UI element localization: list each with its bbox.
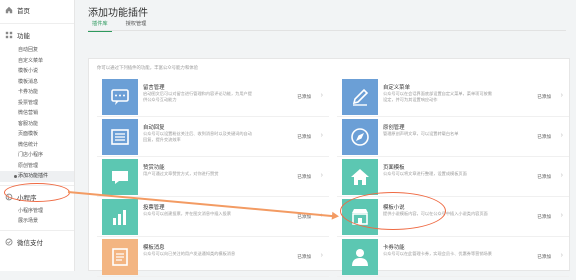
- plugin-title: 页面模板: [383, 165, 405, 171]
- plugin-title: 投票管理: [143, 205, 165, 211]
- plugin-thumb: [102, 79, 138, 115]
- chevron-right-icon: ›: [560, 92, 563, 99]
- page-title: 添加功能插件: [88, 8, 148, 19]
- plugin-state: 已添加: [297, 254, 311, 259]
- sidebar-item-template-msg[interactable]: 模板消息: [0, 77, 74, 88]
- plugin-state: 已添加: [297, 214, 311, 219]
- compass-icon: [351, 128, 369, 146]
- chevron-right-icon: ›: [320, 252, 323, 259]
- plugin-state: 已添加: [537, 134, 551, 139]
- divider: [0, 23, 74, 24]
- divider: [0, 229, 74, 231]
- sidebar-highlight-circle: [4, 183, 70, 202]
- sidebar-item-custom-menu[interactable]: 自定义菜单: [0, 56, 74, 67]
- plugin-state: 已添加: [297, 174, 311, 179]
- grid-icon: [5, 31, 13, 39]
- plugin-desc: 管理原创声明文章，可以设置转载白名单: [383, 131, 459, 136]
- plugin-card-custom-menu[interactable]: 自定义菜单 公众号可以在会话界面底部设置自定义菜单，菜单项可按需设定，并可为其设…: [337, 77, 569, 117]
- plugin-thumb: [102, 239, 138, 275]
- home-icon: [351, 169, 369, 185]
- plugin-thumb: [102, 159, 138, 195]
- person-icon: [352, 249, 368, 266]
- plugin-desc: 启动图文后可以对留言进行管理和内容评论功能，为用户提供公众号互动能力: [143, 91, 252, 102]
- sidebar-item-mp-scene[interactable]: 展示场景: [0, 216, 74, 227]
- plugin-desc: 公众号可以创建投票，并在图文消息中插入投票: [143, 211, 231, 216]
- sidebar-home-label: 首页: [17, 8, 30, 15]
- plugin-state: 已添加: [297, 94, 311, 99]
- plugin-desc: 公众号可以在此管理卡券，实现会员卡、优惠券等营销场景: [383, 251, 492, 256]
- sidebar-item-mp-manage[interactable]: 小程序管理: [0, 206, 74, 217]
- plugin-desc: 用户可通过文章赞赏方式，对你进行赞赏: [143, 171, 219, 176]
- plugin-thumb: [102, 199, 138, 235]
- plugin-panel: 你可以通过下列插件的功能，丰富公众号能力和体验 留言管理 启动图文后可以对留言进…: [88, 58, 570, 277]
- plugin-thumb: [342, 119, 378, 155]
- plugin-thumb: [342, 239, 378, 275]
- plugin-desc: 公众号可以将文章进行整理，设置成模板页面: [383, 171, 467, 176]
- chevron-right-icon: ›: [320, 172, 323, 179]
- plugin-title: 赞赏功能: [143, 165, 165, 171]
- tabs-divider: [88, 30, 566, 31]
- plugin-desc: 公众号可以设置粉丝关注后、收到消息时以及关键词的自动回复，提升交流效率: [143, 131, 252, 142]
- pencil-icon: [352, 88, 369, 106]
- sidebar-item-stats[interactable]: 微信统计: [0, 140, 74, 151]
- plugin-title: 留言管理: [143, 85, 165, 91]
- sidebar-item-novel[interactable]: 模板小说: [0, 66, 74, 77]
- sidebar-item-marketing[interactable]: 微信营销: [0, 108, 74, 119]
- sidebar: 首页 功能 自动回复 自定义菜单 模板小说 模板消息 卡券功能 投票管理 微信营…: [0, 0, 75, 271]
- plugin-state: 已添加: [537, 214, 551, 219]
- plugin-state: 已添加: [297, 134, 311, 139]
- plugin-highlight-circle: [340, 192, 446, 230]
- chevron-right-icon: ›: [320, 92, 323, 99]
- sidebar-item-original[interactable]: 原创管理: [0, 161, 74, 172]
- sidebar-item-vote[interactable]: 投票管理: [0, 98, 74, 109]
- plugin-desc: 公众号可以向已关注的用户发送通知类的模板消息: [143, 251, 236, 256]
- plugin-title: 自动回复: [143, 125, 165, 131]
- plugin-card-vote[interactable]: 投票管理 公众号可以创建投票，并在图文消息中插入投票 已添加 ›: [97, 197, 329, 237]
- sidebar-item-store[interactable]: 门店小程序: [0, 150, 74, 161]
- sidebar-section-label: 微信支付: [17, 239, 43, 247]
- chevron-right-icon: ›: [560, 252, 563, 259]
- plugin-state: 已添加: [537, 174, 551, 179]
- plugin-title: 自定义菜单: [383, 85, 410, 91]
- sidebar-home[interactable]: 首页: [0, 0, 74, 20]
- sidebar-item-cards[interactable]: 卡券功能: [0, 87, 74, 98]
- plugin-thumb: [102, 119, 138, 155]
- panel-hint: 你可以通过下列插件的功能，丰富公众号能力和体验: [97, 65, 198, 70]
- main-content: 添加功能插件 插件库 授权管理 你可以通过下列插件的功能，丰富公众号能力和体验 …: [76, 0, 576, 277]
- list-icon: [111, 129, 129, 145]
- plugin-card-coupons[interactable]: 卡券功能 公众号可以在此管理卡券，实现会员卡、优惠券等营销场景 已添加 ›: [337, 237, 569, 277]
- wechat-pay-icon: [5, 238, 13, 245]
- plugin-title: 模板消息: [143, 245, 165, 251]
- chevron-right-icon: ›: [560, 172, 563, 179]
- sidebar-item-auto-reply[interactable]: 自动回复: [0, 45, 74, 56]
- doc-icon: [112, 248, 128, 266]
- plugin-card-original[interactable]: 原创管理 管理原创声明文章，可以设置转载白名单 已添加 ›: [337, 117, 569, 157]
- plugin-state: 已添加: [537, 254, 551, 259]
- plugin-card-page-template[interactable]: 页面模板 公众号可以将文章进行整理，设置成模板页面 已添加 ›: [337, 157, 569, 197]
- sidebar-section-pay[interactable]: 微信支付: [0, 235, 74, 249]
- plugin-title: 卡券功能: [383, 245, 405, 251]
- chevron-right-icon: ›: [320, 132, 323, 139]
- plugin-card-template-msg[interactable]: 模板消息 公众号可以向已关注的用户发送通知类的模板消息 已添加 ›: [97, 237, 329, 277]
- sidebar-item-add-plugin[interactable]: 添加功能插件: [0, 171, 74, 182]
- plugin-card-reward[interactable]: 赞赏功能 用户可通过文章赞赏方式，对你进行赞赏 已添加 ›: [97, 157, 329, 197]
- sidebar-item-page-template[interactable]: 页面模板: [0, 129, 74, 140]
- plugin-thumb: [342, 159, 378, 195]
- chat-icon: [111, 89, 129, 105]
- chevron-right-icon: ›: [560, 212, 563, 219]
- bar-chart-icon: [113, 210, 126, 225]
- plugin-thumb: [342, 79, 378, 115]
- home-icon: [5, 6, 13, 14]
- sidebar-section-label: 功能: [17, 33, 30, 40]
- plugin-card-comments[interactable]: 留言管理 启动图文后可以对留言进行管理和内容评论功能，为用户提供公众号互动能力 …: [97, 77, 329, 117]
- plugin-title: 原创管理: [383, 125, 405, 131]
- chevron-right-icon: ›: [560, 132, 563, 139]
- sidebar-section-function: 功能: [0, 28, 74, 42]
- plugin-state: 已添加: [537, 94, 551, 99]
- plugin-desc: 公众号可以在会话界面底部设置自定义菜单，菜单项可按需设定，并可为其设置响应动作: [383, 91, 492, 102]
- chat-icon: [112, 171, 128, 184]
- plugin-card-auto-reply[interactable]: 自动回复 公众号可以设置粉丝关注后、收到消息时以及关键词的自动回复，提升交流效率…: [97, 117, 329, 157]
- sidebar-item-service[interactable]: 客服功能: [0, 119, 74, 130]
- annotation-arrow-head: [331, 211, 340, 221]
